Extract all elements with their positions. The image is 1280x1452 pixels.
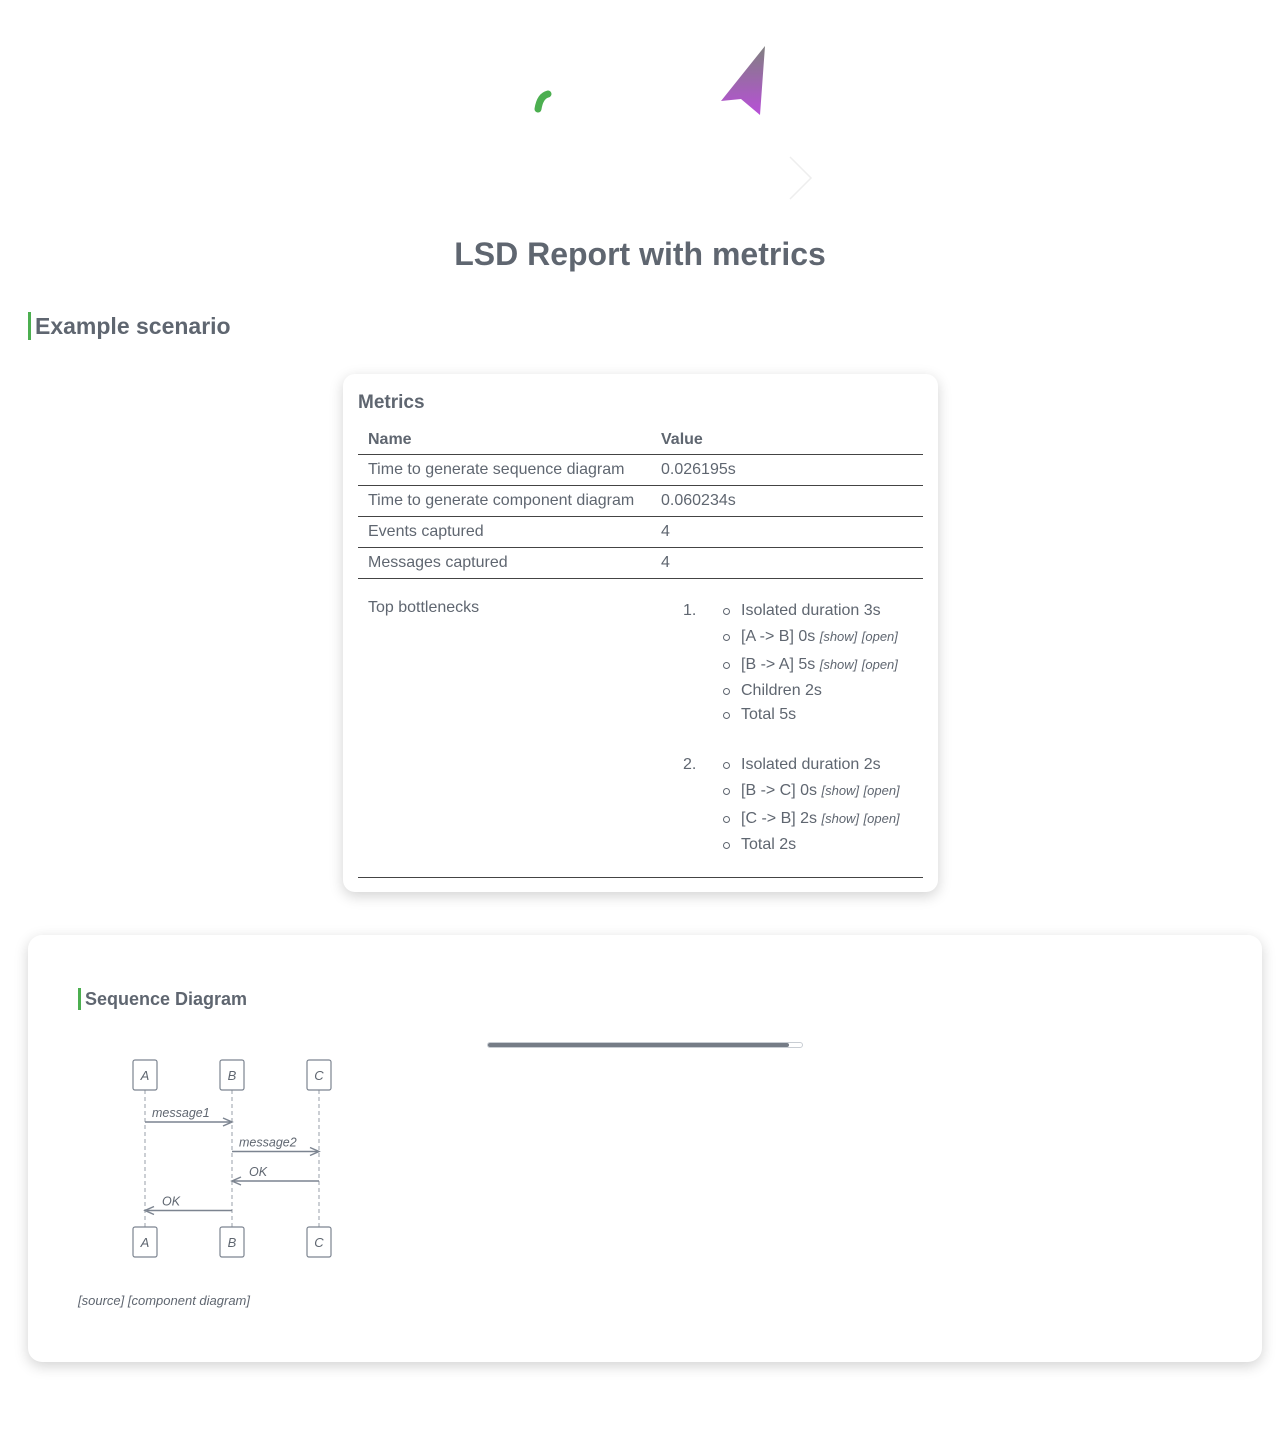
table-row: Events captured 4 — [358, 516, 923, 548]
isolated-duration: Isolated duration 3s — [723, 599, 898, 623]
isolated-duration: Isolated duration 2s — [723, 753, 900, 777]
column-header-name: Name — [358, 431, 651, 455]
participant-label-a: A — [140, 1235, 150, 1250]
table-row: Messages captured 4 — [358, 547, 923, 579]
metric-name: Messages captured — [358, 547, 651, 579]
participant-label-b: B — [228, 1235, 237, 1250]
green-stroke-icon — [534, 90, 552, 113]
message-text: [B -> C] 0s — [741, 782, 818, 799]
show-link[interactable]: [show] — [821, 783, 859, 798]
message-text: [B -> A] 5s — [741, 656, 816, 673]
show-link[interactable]: [show] — [820, 657, 858, 672]
bottleneck-details: Isolated duration 3s [A -> B] 0s [show] … — [723, 599, 898, 727]
metric-name: Time to generate sequence diagram — [358, 454, 651, 486]
progress-fill — [488, 1043, 790, 1047]
metrics-title: Metrics — [358, 392, 425, 413]
open-link[interactable]: [open] — [864, 783, 900, 798]
metrics-card: Metrics Name Value Time to generate sequ… — [343, 374, 938, 892]
metric-value: 0.026195s — [651, 454, 923, 486]
bottlenecks-cell: 1. Isolated duration 3s [A -> B] 0s [sho… — [651, 578, 923, 878]
bottleneck-item: 2. Isolated duration 2s [B -> C] 0s [sho… — [661, 753, 913, 857]
metric-value: 4 — [651, 516, 923, 548]
participant-label-b: B — [228, 1068, 237, 1083]
children-duration: Children 2s — [723, 679, 898, 703]
metrics-table: Name Value Time to generate sequence dia… — [358, 431, 923, 878]
bottleneck-message: [C -> B] 2s [show] [open] — [723, 805, 900, 833]
chevron-right-icon — [789, 156, 813, 200]
participant-label-c: C — [314, 1068, 324, 1083]
bottlenecks-label: Top bottlenecks — [358, 578, 651, 878]
column-header-value: Value — [651, 431, 923, 455]
open-link[interactable]: [open] — [862, 657, 898, 672]
metric-value: 4 — [651, 547, 923, 579]
source-link[interactable]: [source] — [78, 1293, 124, 1308]
arrow-cursor-icon — [721, 46, 765, 115]
diagram-links: [source] [component diagram] — [78, 1293, 250, 1308]
metric-name: Time to generate component diagram — [358, 485, 651, 517]
bottleneck-number: 2. — [683, 756, 697, 773]
bottleneck-list: 1. Isolated duration 3s [A -> B] 0s [sho… — [661, 599, 913, 857]
logo — [534, 46, 813, 200]
total-duration: Total 5s — [723, 703, 898, 727]
table-row-bottlenecks: Top bottlenecks 1. Isolated duration 3s … — [358, 578, 923, 878]
progress-bar — [487, 1042, 803, 1048]
participant-label-c: C — [314, 1235, 324, 1250]
bottleneck-details: Isolated duration 2s [B -> C] 0s [show] … — [723, 753, 900, 857]
bottleneck-message: [B -> A] 5s [show] [open] — [723, 651, 898, 679]
page-title: LSD Report with metrics — [454, 236, 826, 272]
bottleneck-item: 1. Isolated duration 3s [A -> B] 0s [sho… — [661, 599, 913, 727]
table-row: Time to generate component diagram 0.060… — [358, 485, 923, 517]
metric-name: Events captured — [358, 516, 651, 548]
open-link[interactable]: [open] — [864, 811, 900, 826]
message-text: [A -> B] 0s — [741, 628, 816, 645]
message-label: message2 — [239, 1136, 297, 1150]
message-label: message1 — [152, 1106, 210, 1120]
metric-value: 0.060234s — [651, 485, 923, 517]
show-link[interactable]: [show] — [820, 629, 858, 644]
message-text: [C -> B] 2s — [741, 810, 818, 827]
total-duration: Total 2s — [723, 833, 900, 857]
bottleneck-message: [A -> B] 0s [show] [open] — [723, 623, 898, 651]
sequence-diagram-heading: Sequence Diagram — [78, 988, 247, 1010]
message-label: OK — [162, 1195, 181, 1209]
sequence-diagram-card: Sequence Diagram A A B B C Cmessage1 message2 O… — [28, 935, 1262, 1362]
sequence-diagram: A A B B C Cmessage1 message2 OK OK — [132, 1059, 332, 1258]
table-row: Time to generate sequence diagram 0.0261… — [358, 454, 923, 486]
open-link[interactable]: [open] — [862, 629, 898, 644]
bottleneck-message: [B -> C] 0s [show] [open] — [723, 777, 900, 805]
participant-label-a: A — [140, 1068, 150, 1083]
scenario-heading: Example scenario — [28, 312, 231, 340]
show-link[interactable]: [show] — [821, 811, 859, 826]
component-diagram-link[interactable]: [component diagram] — [128, 1293, 250, 1308]
message-label: OK — [249, 1165, 268, 1179]
table-header-row: Name Value — [358, 431, 923, 455]
bottleneck-number: 1. — [683, 602, 697, 619]
